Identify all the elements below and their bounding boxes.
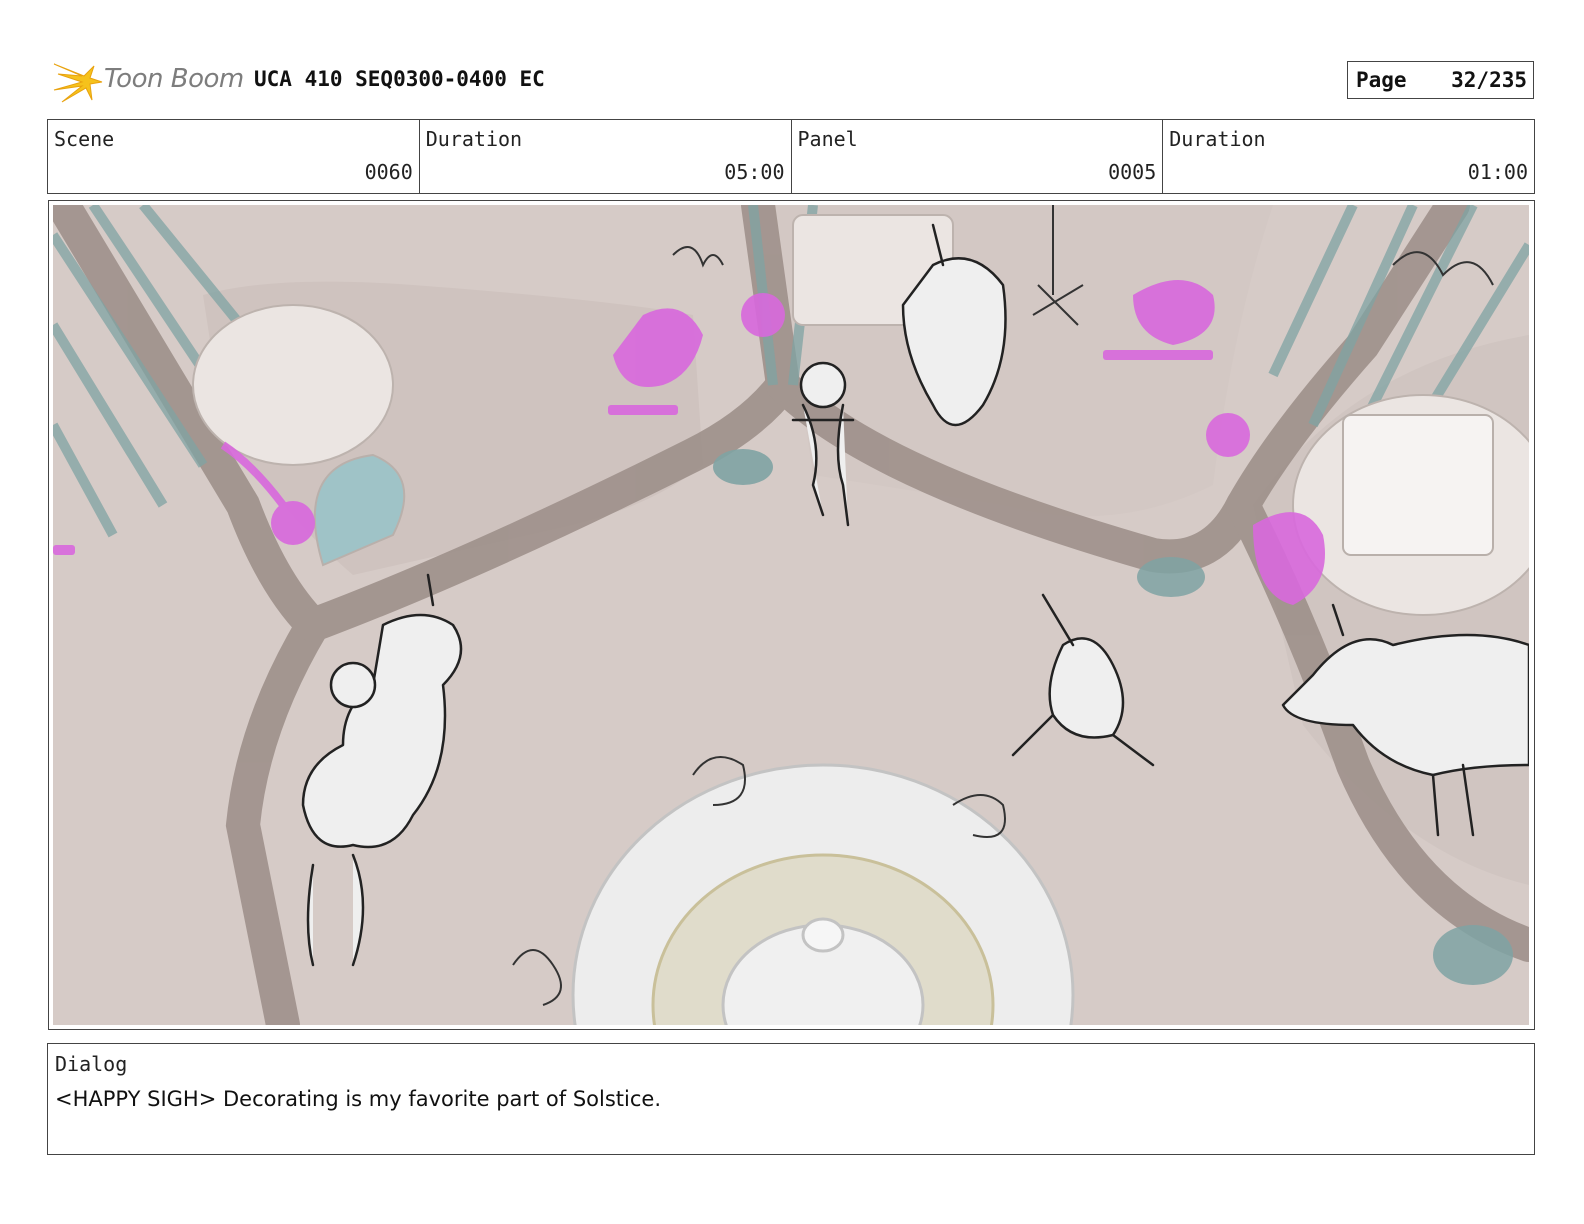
panel-duration-cell: Duration 01:00 bbox=[1163, 120, 1534, 193]
toon-boom-logo: Toon Boom bbox=[52, 56, 244, 108]
scene-cell: Scene 0060 bbox=[48, 120, 420, 193]
dialog-box: Dialog <HAPPY SIGH> Decorating is my fav… bbox=[47, 1043, 1535, 1155]
scene-duration-label: Duration bbox=[425, 127, 523, 151]
storyboard-illustration bbox=[53, 205, 1529, 1025]
starburst-icon bbox=[53, 63, 103, 103]
document-title: UCA 410 SEQ0300-0400 EC bbox=[254, 67, 545, 91]
panel-duration-label: Duration bbox=[1169, 127, 1266, 151]
panel-label: Panel bbox=[797, 127, 858, 151]
logo-text: Toon Boom bbox=[104, 64, 244, 94]
page-indicator: Page 32/235 bbox=[1347, 61, 1534, 99]
scene-duration-cell: Duration 05:00 bbox=[420, 120, 792, 193]
scene-value: 0060 bbox=[364, 160, 413, 184]
page-number: 32/235 bbox=[1451, 68, 1527, 92]
dialog-label: Dialog bbox=[55, 1052, 128, 1076]
panel-duration-value: 01:00 bbox=[1467, 160, 1528, 184]
shot-info-table: Scene 0060 Duration 05:00 Panel 0005 Dur… bbox=[47, 119, 1535, 194]
dialog-text: <HAPPY SIGH> Decorating is my favorite p… bbox=[55, 1087, 662, 1111]
scene-duration-value: 05:00 bbox=[724, 160, 785, 184]
page-label: Page bbox=[1356, 68, 1407, 92]
scene-label: Scene bbox=[54, 127, 115, 151]
panel-value: 0005 bbox=[1108, 160, 1157, 184]
panel-cell: Panel 0005 bbox=[792, 120, 1164, 193]
storyboard-panel bbox=[48, 200, 1535, 1030]
